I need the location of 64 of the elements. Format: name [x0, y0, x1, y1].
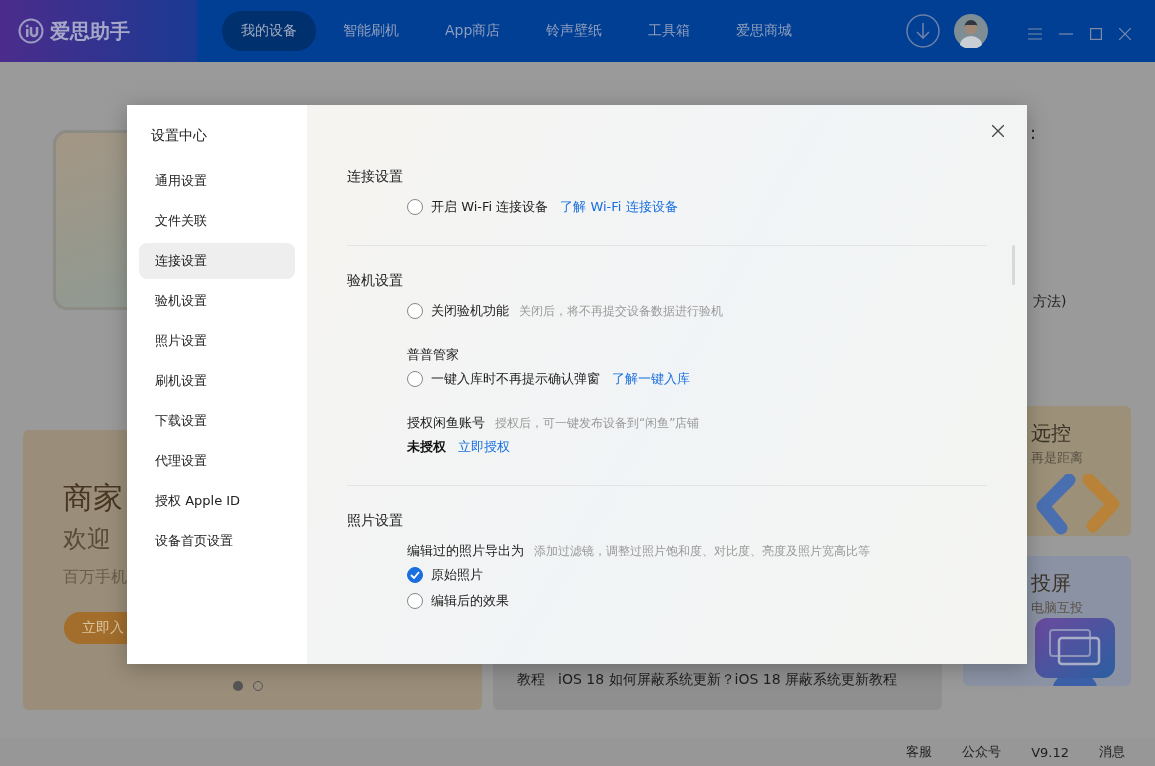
promo-subtitle: 欢迎: [63, 524, 111, 555]
avatar-icon[interactable]: [954, 14, 988, 48]
tutorial-tag: 教程: [517, 671, 545, 689]
maximize-icon[interactable]: [1090, 28, 1102, 40]
radio-option[interactable]: 一键入库时不再提示确认弹窗: [407, 370, 600, 388]
menu-icon[interactable]: [1028, 28, 1042, 40]
feature-title: 投屏: [1031, 570, 1072, 597]
settings-menu-item[interactable]: 照片设置: [139, 323, 295, 359]
tutorial-link[interactable]: iOS 18 如何屏蔽系统更新？iOS 18 屏蔽系统更新教程: [558, 671, 898, 689]
nav-tab[interactable]: App商店: [426, 11, 520, 51]
settings-menu-item[interactable]: 刷机设置: [139, 363, 295, 399]
authorize-link[interactable]: 立即授权: [458, 438, 510, 456]
settings-menu-item[interactable]: 连接设置: [139, 243, 295, 279]
option-hint: 授权后，可一键发布设备到“闲鱼”店铺: [495, 414, 700, 432]
feature-title: 远控: [1031, 420, 1072, 447]
section-title: 照片设置: [347, 512, 404, 530]
help-link[interactable]: 了解 Wi-Fi 连接设备: [560, 198, 678, 216]
section-title: 连接设置: [347, 168, 404, 186]
feature-subtitle: 再是距离: [1031, 449, 1084, 467]
radio-option[interactable]: 编辑后的效果: [407, 592, 509, 610]
option-group-label: 授权闲鱼账号: [407, 414, 485, 432]
radio-option[interactable]: 关闭验机功能: [407, 302, 509, 320]
device-info-text: 方法): [1033, 293, 1067, 311]
dialog-title: 设置中心: [150, 127, 208, 145]
download-icon[interactable]: [906, 14, 940, 48]
check-icon: [410, 571, 420, 579]
status-link[interactable]: 客服: [906, 743, 933, 761]
settings-menu-item[interactable]: 验机设置: [139, 283, 295, 319]
status-link[interactable]: 公众号: [962, 743, 1002, 761]
close-icon[interactable]: [992, 125, 1004, 137]
radio-button[interactable]: [407, 303, 423, 319]
radio-option[interactable]: 开启 Wi-Fi 连接设备: [407, 198, 549, 216]
nav-tab[interactable]: 工具箱: [629, 11, 710, 51]
feature-subtitle: 电脑互投: [1031, 599, 1084, 617]
carousel-dot[interactable]: [233, 681, 243, 691]
app-logo-text: 爱思助手: [50, 17, 130, 45]
settings-menu-item[interactable]: 通用设置: [139, 163, 295, 199]
option-group-label: 编辑过的照片导出为: [407, 542, 524, 560]
logo-icon: [18, 18, 44, 44]
nav-tab[interactable]: 爱思商城: [717, 11, 812, 51]
nav-tab[interactable]: 铃声壁纸: [527, 11, 622, 51]
settings-menu-item[interactable]: 设备首页设置: [139, 523, 295, 559]
help-link[interactable]: 了解一键入库: [612, 370, 690, 388]
settings-menu-item[interactable]: 下载设置: [139, 403, 295, 439]
section-title: 验机设置: [347, 272, 404, 290]
radio-button[interactable]: [407, 593, 423, 609]
option-group-label: 普普管家: [407, 346, 459, 364]
radio-button[interactable]: [407, 199, 423, 215]
radio-button[interactable]: [407, 567, 423, 583]
settings-menu-item[interactable]: 文件关联: [139, 203, 295, 239]
option-hint: 添加过滤镜，调整过照片饱和度、对比度、亮度及照片宽高比等: [534, 542, 870, 560]
auth-status: 未授权: [407, 438, 446, 456]
screens-icon: [1035, 618, 1115, 686]
radio-option[interactable]: 原始照片: [407, 566, 483, 584]
radio-button[interactable]: [407, 371, 423, 387]
settings-menu-item[interactable]: 代理设置: [139, 443, 295, 479]
settings-menu-item[interactable]: 授权 Apple ID: [139, 483, 295, 519]
device-info-text: :: [1030, 122, 1037, 143]
nav-tab[interactable]: 智能刷机: [324, 11, 418, 51]
promo-title: 商家: [63, 479, 123, 517]
nav-tab[interactable]: 我的设备: [222, 11, 316, 51]
status-link[interactable]: 消息: [1099, 743, 1125, 761]
status-link[interactable]: V9.12: [1031, 744, 1069, 760]
option-hint: 关闭后，将不再提交设备数据进行验机: [519, 302, 723, 320]
